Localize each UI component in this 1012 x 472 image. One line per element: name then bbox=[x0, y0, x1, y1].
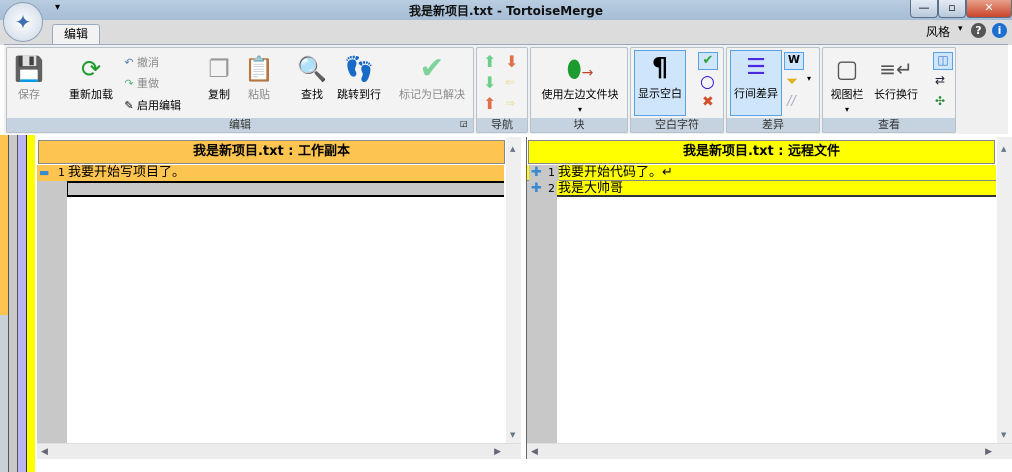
undo-icon: ↶ bbox=[124, 56, 134, 69]
find-button[interactable]: 🔍 查找 bbox=[295, 52, 329, 102]
two-pane-icon[interactable]: ◫ bbox=[933, 52, 953, 70]
next-conflict-icon[interactable]: ⬇ bbox=[505, 52, 518, 71]
right-gutter bbox=[527, 165, 557, 443]
style-dropdown-icon[interactable]: ▾ bbox=[958, 24, 963, 34]
group-label-whitespace: 空白字符 bbox=[631, 118, 723, 132]
location-bar-diff bbox=[18, 135, 26, 472]
location-bar-remote bbox=[26, 135, 35, 472]
footprints-icon: 👣 bbox=[344, 55, 374, 83]
right-pane: 我是新项目.txt : 远程文件 ✚ 1 我要开始代码了。↵ ✚ 2 我是大帅哥… bbox=[526, 137, 1012, 459]
reload-button[interactable]: ⟳ 重新加载 bbox=[63, 52, 119, 102]
copy-icon: ❐ bbox=[208, 55, 230, 83]
redo-icon: ↷ bbox=[124, 77, 134, 90]
edit-icon: ✎ bbox=[124, 99, 134, 112]
wrap-long-lines-button[interactable]: ≡↵ 长行换行 bbox=[869, 52, 923, 102]
use-left-block-button[interactable]: ⬮→ 使用左边文件块 ▾ bbox=[533, 52, 627, 115]
left-horizontal-scrollbar[interactable]: ◀ ▶ bbox=[37, 443, 521, 459]
left-pane: 我是新项目.txt : 工作副本 ▬ 1 我要开始写项目了。 ▲ ▼ ◀ ▶ bbox=[37, 137, 521, 459]
copy-button[interactable]: ❐ 复制 bbox=[203, 52, 235, 102]
redo-button[interactable]: ↷ 重做 bbox=[121, 75, 159, 91]
location-bar-background bbox=[0, 315, 8, 472]
group-whitespace: ¶ 显示空白 ✔ ○ ✖ 空白字符 bbox=[630, 47, 724, 133]
paste-icon: 📋 bbox=[244, 55, 274, 83]
left-vertical-scrollbar[interactable]: ▲ ▼ bbox=[506, 137, 521, 443]
whitespace-circle-icon[interactable]: ○ bbox=[700, 72, 715, 92]
next-diff-icon[interactable]: ⬇ bbox=[483, 73, 496, 92]
group-edit: 💾 保存 ⟳ 重新加载 ↶ 撤消 ↷ 重做 ✎ 启用编辑 ❐ 复制 📋 粘贴 🔍 查找 👣 跳转到… bbox=[6, 47, 474, 133]
wrap-icon: ≡↵ bbox=[879, 57, 913, 81]
filter-dropdown-icon[interactable]: ▾ bbox=[807, 74, 811, 83]
right-horizontal-scrollbar[interactable]: ◀ ▶ bbox=[527, 443, 1012, 459]
group-label-view: 查看 bbox=[823, 118, 955, 132]
about-icon[interactable]: i bbox=[992, 23, 1007, 38]
collapse-icon[interactable]: ✣ bbox=[935, 94, 945, 108]
prev-diff-icon[interactable]: ⬆ bbox=[483, 52, 496, 71]
undo-button[interactable]: ↶ 撤消 bbox=[121, 54, 159, 70]
prev-conflict-icon[interactable]: ⬆ bbox=[483, 94, 496, 113]
view-bar-icon: ▢ bbox=[835, 55, 859, 83]
paste-button[interactable]: 📋 粘贴 bbox=[243, 52, 275, 102]
group-label-diff: 差异 bbox=[727, 118, 819, 132]
right-vertical-scrollbar[interactable]: ▲ ▼ bbox=[997, 137, 1012, 443]
word-diff-icon[interactable]: W bbox=[784, 52, 804, 70]
quick-access-dropdown[interactable]: ▾ bbox=[55, 2, 60, 13]
pilcrow-icon: ¶ bbox=[651, 53, 669, 83]
left-gutter bbox=[37, 165, 67, 443]
prev-inline-icon[interactable]: ⇐ bbox=[505, 75, 515, 89]
group-nav: ⬆ ⬇ ⬇ ⇐ ⬆ ⇒ 导航 bbox=[476, 47, 528, 133]
goto-line-button[interactable]: 👣 跳转到行 bbox=[333, 52, 385, 102]
group-diff: ☰ 行间差异 W ⏷ ▾ // 差异 bbox=[726, 47, 820, 133]
tab-edit[interactable]: 编辑 bbox=[52, 24, 100, 45]
location-bar-working bbox=[0, 135, 8, 315]
line-row[interactable]: ✚ 1 我要开始代码了。↵ bbox=[527, 165, 996, 181]
window-title: 我是新项目.txt - TortoiseMerge bbox=[409, 4, 603, 18]
app-menu-orb[interactable]: ✦ bbox=[3, 2, 43, 42]
show-whitespace-button[interactable]: ¶ 显示空白 bbox=[634, 50, 686, 116]
checkmark-icon: ✔ bbox=[419, 51, 445, 86]
maximize-button[interactable]: ▫ bbox=[938, 0, 966, 18]
empty-line-row[interactable] bbox=[67, 181, 504, 197]
enable-edit-button[interactable]: ✎ 启用编辑 bbox=[121, 97, 181, 113]
ignore-case-icon[interactable]: // bbox=[787, 94, 796, 109]
style-menu[interactable]: 风格 bbox=[926, 23, 950, 40]
title-bar: 我是新项目.txt - TortoiseMerge ▾ — ▫ ✕ bbox=[0, 0, 1012, 20]
help-icon[interactable]: ? bbox=[971, 23, 986, 38]
save-button[interactable]: 💾 保存 bbox=[11, 52, 47, 102]
filter-icon[interactable]: ⏷ bbox=[786, 72, 798, 90]
left-pane-header: 我是新项目.txt : 工作副本 bbox=[38, 140, 505, 164]
minimize-button[interactable]: — bbox=[910, 0, 938, 18]
swap-icon[interactable]: ⇄ bbox=[935, 73, 945, 87]
group-view: ▢ 视图栏 ▾ ≡↵ 长行换行 ◫ ⇄ ✣ 查看 bbox=[822, 47, 956, 133]
group-label-block: 块 bbox=[531, 118, 627, 132]
dropdown-arrow-icon: ▾ bbox=[577, 105, 582, 114]
tab-row: 风格 ▾ ? i bbox=[0, 20, 1012, 45]
right-pane-header: 我是新项目.txt : 远程文件 bbox=[528, 140, 995, 164]
edit-dialog-launcher-icon[interactable]: ◲ bbox=[460, 119, 468, 128]
line-row[interactable]: ✚ 2 我是大帅哥 bbox=[527, 181, 996, 197]
reload-icon: ⟳ bbox=[80, 55, 102, 83]
group-label-nav: 导航 bbox=[477, 118, 527, 132]
next-inline-icon[interactable]: ⇒ bbox=[505, 96, 515, 110]
location-bar-viewport[interactable] bbox=[8, 135, 18, 472]
inline-diff-icon: ☰ bbox=[746, 55, 766, 80]
line-row[interactable]: ▬ 1 我要开始写项目了。 bbox=[37, 165, 504, 181]
magnifier-icon: 🔍 bbox=[297, 55, 327, 83]
view-bar-button[interactable]: ▢ 视图栏 ▾ bbox=[825, 52, 869, 115]
close-button[interactable]: ✕ bbox=[966, 0, 1012, 18]
group-label-edit: 编辑 bbox=[7, 118, 473, 132]
inline-diff-button[interactable]: ☰ 行间差异 bbox=[730, 50, 782, 116]
floppy-icon: 💾 bbox=[14, 55, 44, 83]
whitespace-x-icon[interactable]: ✖ bbox=[702, 94, 714, 110]
ribbon: 💾 保存 ⟳ 重新加载 ↶ 撤消 ↷ 重做 ✎ 启用编辑 ❐ 复制 📋 粘贴 🔍 查找 👣 跳转到… bbox=[4, 44, 1008, 134]
use-block-icon: ⬮→ bbox=[566, 55, 594, 83]
mark-resolved-button[interactable]: ✔ 标记为已解决 bbox=[393, 52, 471, 102]
whitespace-check-icon[interactable]: ✔ bbox=[698, 52, 718, 70]
group-block: ⬮→ 使用左边文件块 ▾ 块 bbox=[530, 47, 628, 133]
